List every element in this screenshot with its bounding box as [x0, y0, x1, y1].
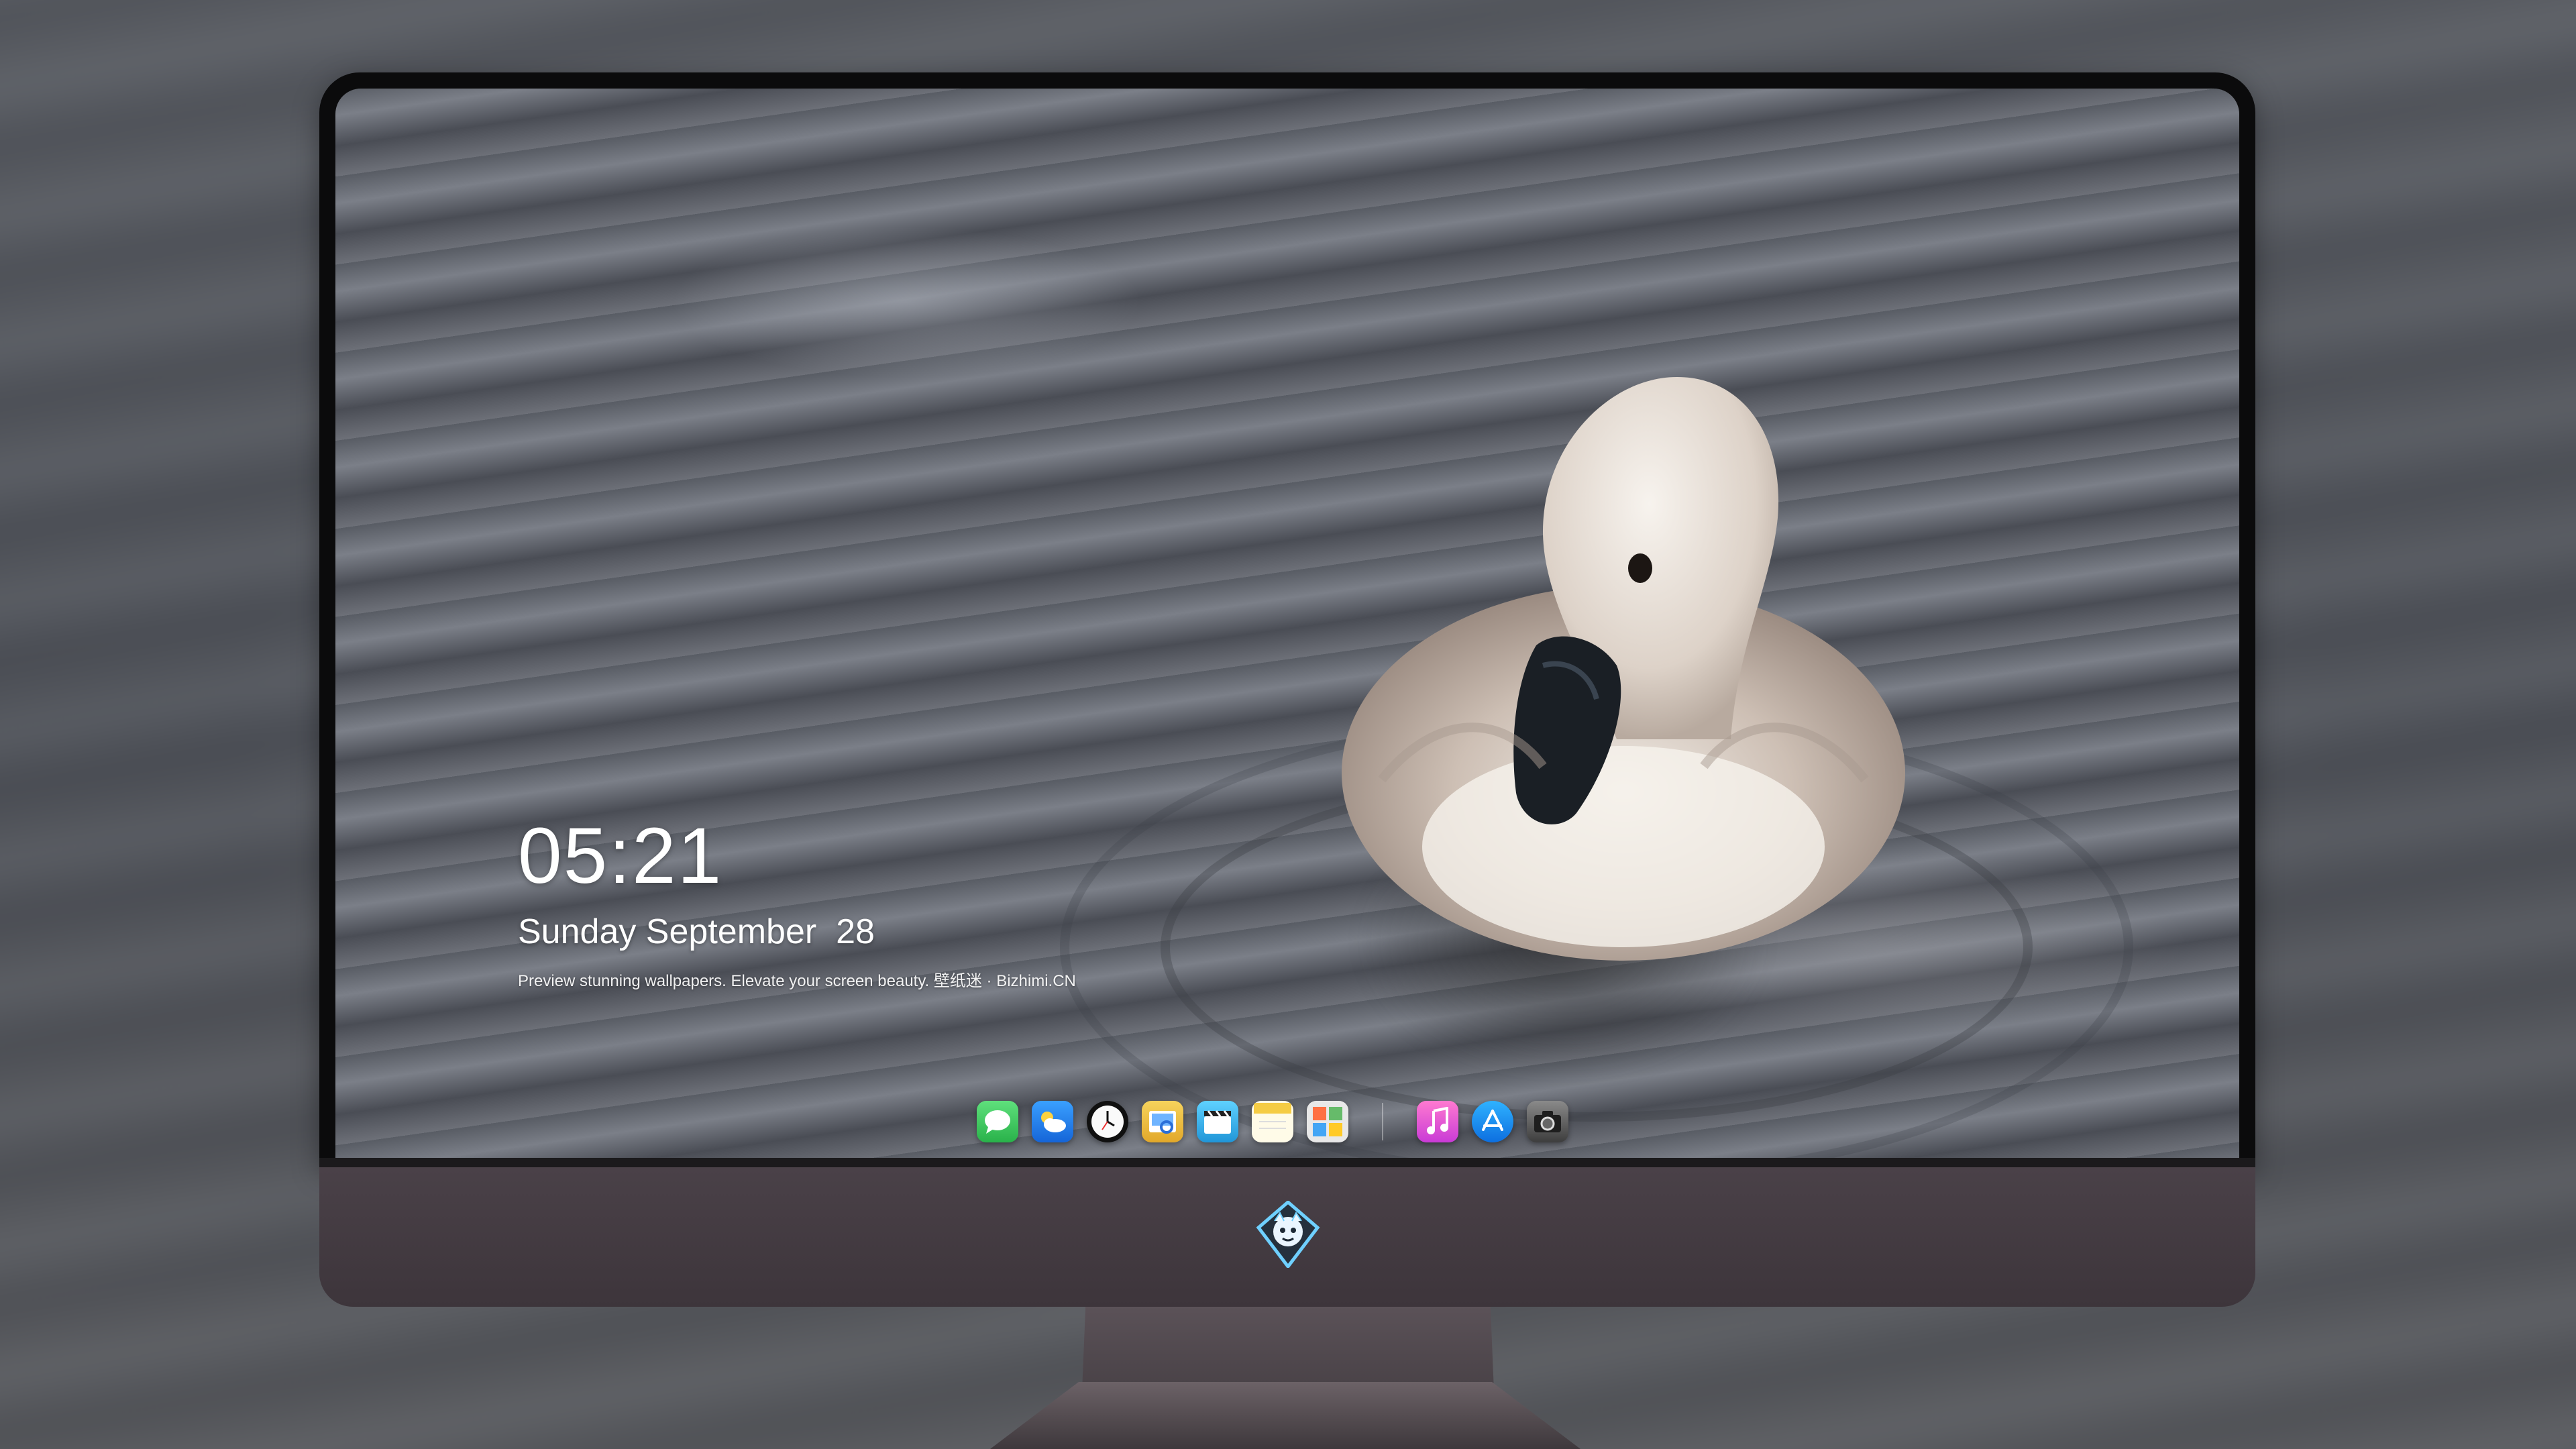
messages-icon[interactable] — [977, 1101, 1018, 1142]
lockscreen-date: Sunday September 28 — [518, 912, 875, 951]
wallpaper-tagline: Preview stunning wallpapers. Elevate you… — [518, 972, 1076, 990]
weather-icon[interactable] — [1032, 1101, 1073, 1142]
monitor-stand-base — [990, 1382, 1580, 1449]
monitor-logo-badge — [1256, 1201, 1320, 1268]
clock-icon[interactable] — [1087, 1101, 1128, 1142]
clips-icon[interactable] — [1197, 1101, 1238, 1142]
camera-icon[interactable] — [1527, 1101, 1568, 1142]
desktop-screen[interactable]: 05:21 Sunday September 28 Preview stunni… — [335, 89, 2239, 1158]
photo-booth-icon[interactable] — [1307, 1101, 1348, 1142]
preview-icon[interactable] — [1142, 1101, 1183, 1142]
dock — [966, 1095, 1579, 1148]
app-store-icon[interactable] — [1472, 1101, 1513, 1142]
monitor: 05:21 Sunday September 28 Preview stunni… — [319, 72, 2255, 1307]
screen-bezel: 05:21 Sunday September 28 Preview stunni… — [319, 72, 2255, 1167]
lockscreen-info: 05:21 Sunday September 28 Preview stunni… — [518, 816, 1076, 989]
dock-separator — [1382, 1103, 1383, 1140]
bezel-bottom-strip — [319, 1158, 2255, 1167]
music-icon[interactable] — [1417, 1101, 1458, 1142]
cygnet-wallpaper-image — [1342, 377, 1905, 961]
lockscreen-clock: 05:21 — [518, 812, 723, 900]
notes-icon[interactable] — [1252, 1101, 1293, 1142]
